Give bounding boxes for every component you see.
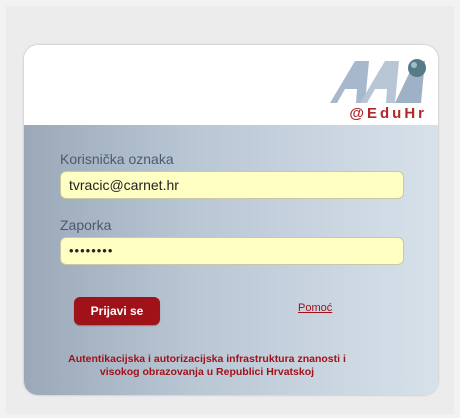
login-button[interactable]: Prijavi se (74, 297, 160, 325)
help-link[interactable]: Pomoć (298, 302, 332, 314)
login-card: @EduHr Korisnička oznaka tvracic@carnet.… (24, 45, 438, 395)
password-label: Zaporka (60, 217, 112, 233)
aai-eduhr-logo: @EduHr (325, 53, 435, 125)
password-input[interactable]: •••••••• (60, 237, 404, 265)
footer-text: Autentikacijska i autorizacijska infrast… (40, 353, 374, 379)
username-label: Korisnička oznaka (60, 151, 174, 167)
footer-line-2: visokog obrazovanja u Republici Hrvatsko… (99, 366, 315, 378)
aai-logo-icon (330, 59, 426, 103)
footer-line-1: Autentikacijska i autorizacijska infrast… (68, 353, 346, 365)
logo-text: @EduHr (349, 105, 427, 122)
username-input[interactable]: tvracic@carnet.hr (60, 171, 404, 199)
card-header: @EduHr (24, 45, 438, 125)
